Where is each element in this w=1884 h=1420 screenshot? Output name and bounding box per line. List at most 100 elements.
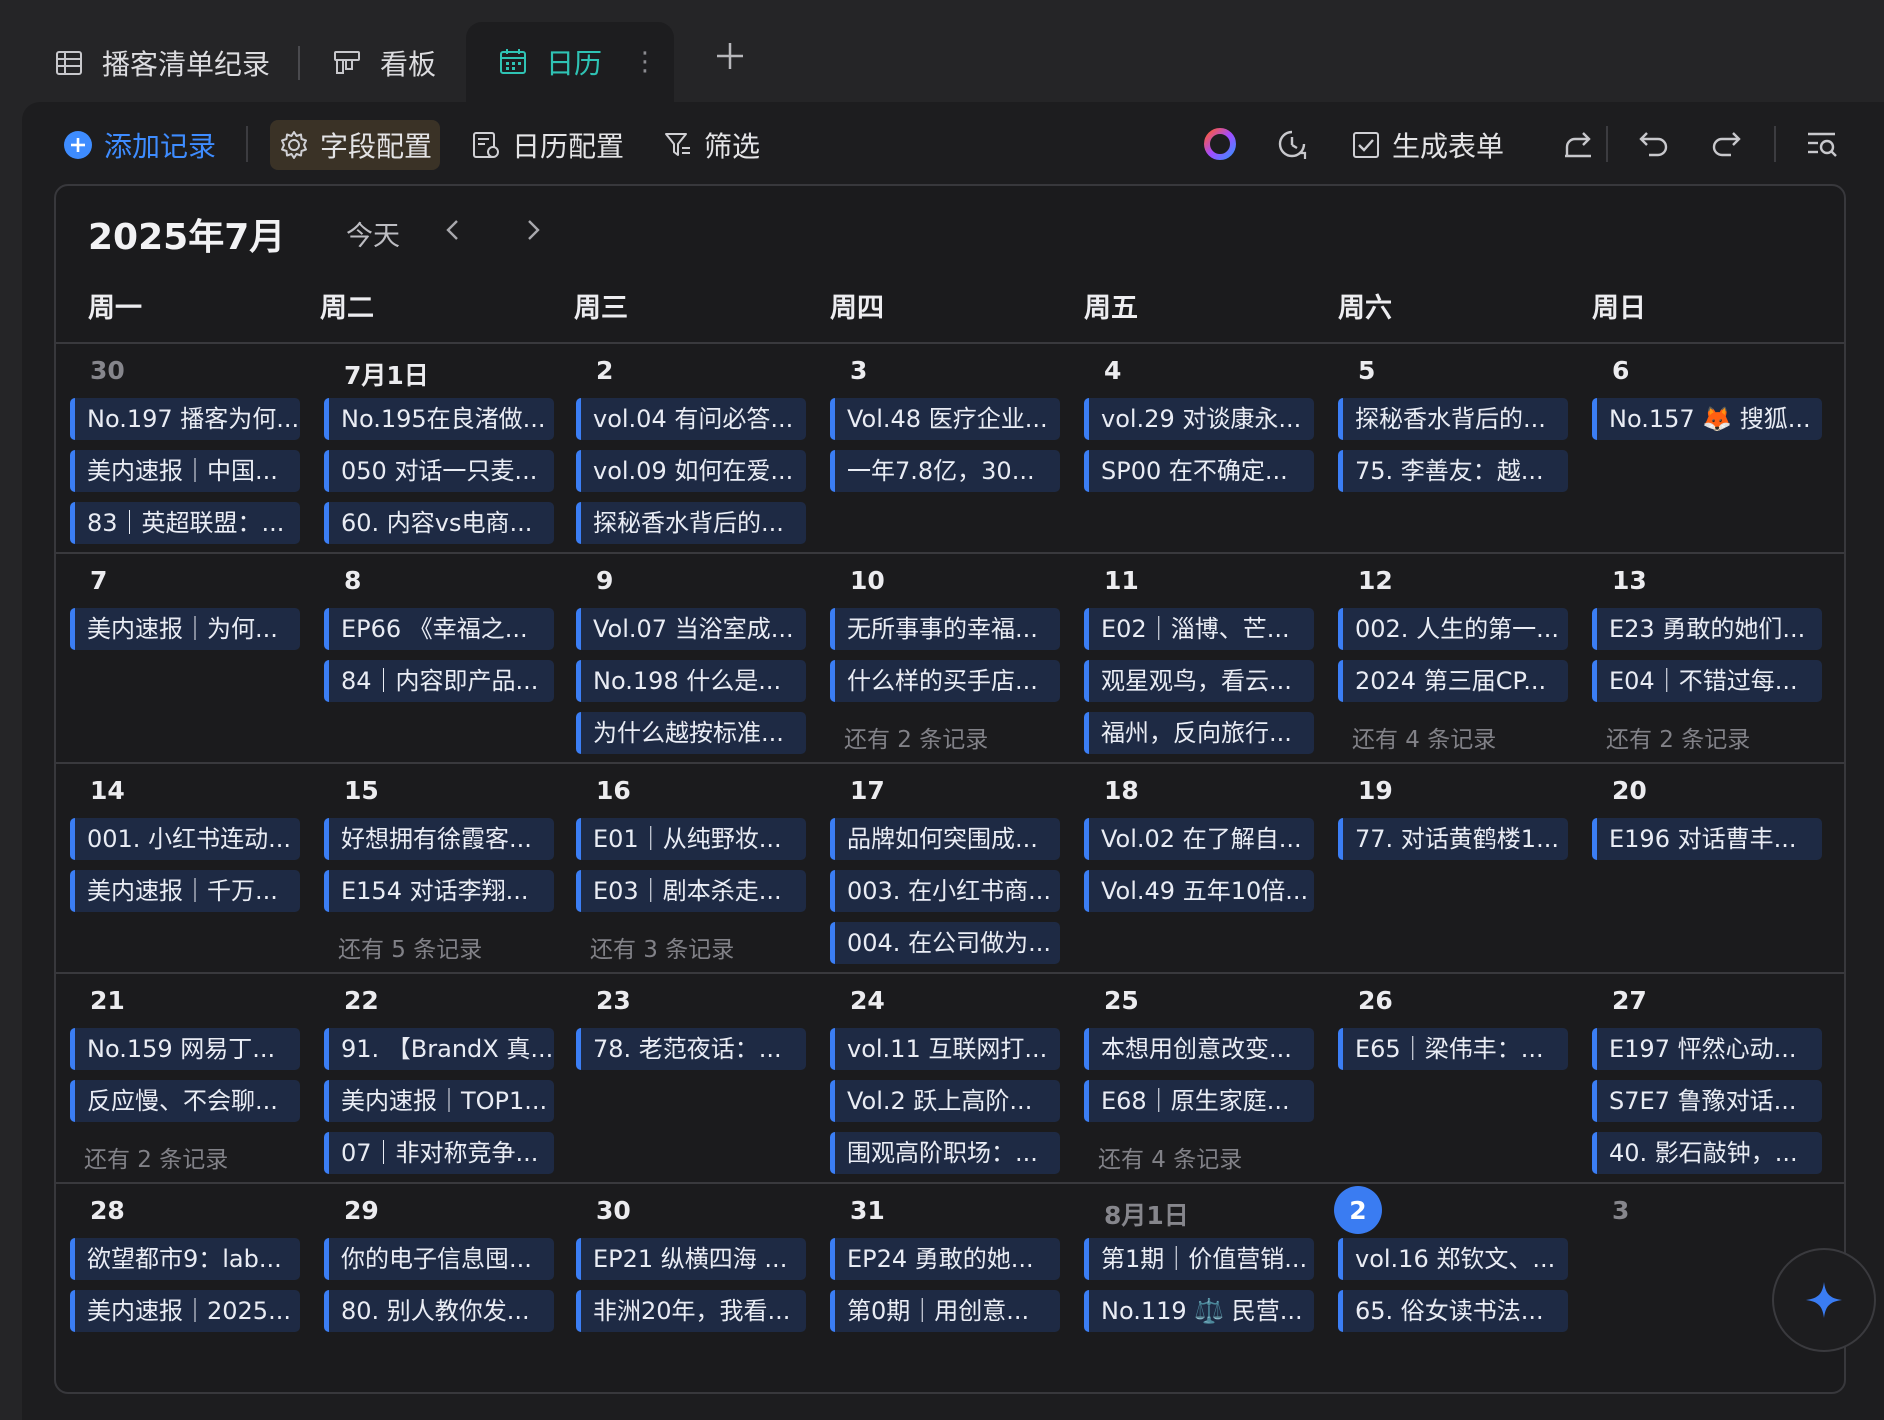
event-card[interactable]: 050 对话一只麦... — [324, 450, 554, 492]
share-icon[interactable] — [1558, 124, 1598, 164]
event-card[interactable]: 一年7.8亿，30... — [830, 450, 1060, 492]
event-card[interactable]: 好想拥有徐霞客... — [324, 818, 554, 860]
event-card[interactable]: Vol.2 跃上高阶... — [830, 1080, 1060, 1122]
event-card[interactable]: 80. 别人教你发... — [324, 1290, 554, 1332]
event-card[interactable]: Vol.02 在了解自... — [1084, 818, 1314, 860]
event-card[interactable]: 观星观鸟，看云... — [1084, 660, 1314, 702]
event-card[interactable]: 40. 影石敲钟，... — [1592, 1132, 1822, 1174]
event-card[interactable]: E03｜剧本杀走... — [576, 870, 806, 912]
event-card[interactable]: 你的电子信息囤... — [324, 1238, 554, 1280]
add-record-button[interactable]: 添加记录 — [62, 120, 216, 170]
event-card[interactable]: 第0期｜用创意... — [830, 1290, 1060, 1332]
event-card[interactable]: vol.29 对谈康永... — [1084, 398, 1314, 440]
add-view-icon[interactable] — [712, 38, 748, 74]
event-card[interactable]: 004. 在公司做为... — [830, 922, 1060, 964]
day-number: 16 — [596, 776, 631, 805]
generate-form-button[interactable]: 生成表单 — [1350, 120, 1504, 170]
event-card[interactable]: 65. 俗女读书法... — [1338, 1290, 1568, 1332]
today-button[interactable]: 今天 — [346, 214, 400, 253]
event-card[interactable]: 003. 在小红书商... — [830, 870, 1060, 912]
event-card[interactable]: 福州，反向旅行... — [1084, 712, 1314, 754]
event-card[interactable]: vol.11 互联网打... — [830, 1028, 1060, 1070]
event-card[interactable]: 84｜内容即产品... — [324, 660, 554, 702]
event-card[interactable]: E154 对话李翔... — [324, 870, 554, 912]
event-card[interactable]: E196 对话曹丰... — [1592, 818, 1822, 860]
event-card[interactable]: 非洲20年，我看... — [576, 1290, 806, 1332]
event-card[interactable]: 美内速报｜2025... — [70, 1290, 300, 1332]
event-card[interactable]: 围观高阶职场：... — [830, 1132, 1060, 1174]
event-card[interactable]: E23 勇敢的她们... — [1592, 608, 1822, 650]
event-card[interactable]: E68｜原生家庭... — [1084, 1080, 1314, 1122]
event-card[interactable]: E04｜不错过每... — [1592, 660, 1822, 702]
add-record-label: 添加记录 — [104, 130, 217, 163]
event-card[interactable]: No.195在良渚做... — [324, 398, 554, 440]
event-card[interactable]: Vol.07 当浴室成... — [576, 608, 806, 650]
event-card[interactable]: 本想用创意改变... — [1084, 1028, 1314, 1070]
event-card[interactable]: 002. 人生的第一... — [1338, 608, 1568, 650]
event-card[interactable]: 欲望都市9：lab... — [70, 1238, 300, 1280]
more-records-link[interactable]: 还有 3 条记录 — [590, 930, 734, 964]
event-card[interactable]: EP21 纵横四海 ... — [576, 1238, 806, 1280]
event-card[interactable]: 什么样的买手店... — [830, 660, 1060, 702]
event-card[interactable]: 美内速报｜为何... — [70, 608, 300, 650]
tab-kanban[interactable]: 看板 — [332, 24, 436, 102]
event-card[interactable]: 反应慢、不会聊... — [70, 1080, 300, 1122]
event-card[interactable]: EP24 勇敢的她... — [830, 1238, 1060, 1280]
filter-button[interactable]: 筛选 — [662, 120, 760, 170]
tab-calendar[interactable]: 日历 ⋮ — [466, 22, 674, 102]
ai-sparkle-button[interactable] — [1772, 1248, 1876, 1352]
event-card[interactable]: 2024 第三届CP... — [1338, 660, 1568, 702]
event-card[interactable]: S7E7 鲁豫对话... — [1592, 1080, 1822, 1122]
event-card[interactable]: vol.09 如何在爱... — [576, 450, 806, 492]
event-card[interactable]: No.119 ⚖️ 民营... — [1084, 1290, 1314, 1332]
event-card[interactable]: Vol.48 医疗企业... — [830, 398, 1060, 440]
event-card[interactable]: No.157 🦊 搜狐... — [1592, 398, 1822, 440]
more-records-link[interactable]: 还有 5 条记录 — [338, 930, 482, 964]
field-config-button[interactable]: 字段配置 — [270, 120, 441, 170]
event-card[interactable]: Vol.49 五年10倍... — [1084, 870, 1314, 912]
event-card[interactable]: 美内速报｜中国... — [70, 450, 300, 492]
event-card[interactable]: 60. 内容vs电商... — [324, 502, 554, 544]
search-list-icon[interactable] — [1802, 124, 1842, 164]
tab-table[interactable]: 播客清单纪录 — [54, 24, 270, 102]
event-card[interactable]: 无所事事的幸福... — [830, 608, 1060, 650]
event-card[interactable]: 美内速报｜千万... — [70, 870, 300, 912]
event-card[interactable]: 美内速报｜TOP1... — [324, 1080, 554, 1122]
more-records-link[interactable]: 还有 2 条记录 — [1606, 720, 1750, 754]
next-month-icon[interactable] — [516, 212, 550, 248]
event-card[interactable]: 77. 对话黄鹤楼1... — [1338, 818, 1568, 860]
more-records-link[interactable]: 还有 4 条记录 — [1352, 720, 1496, 754]
event-card[interactable]: 75. 李善友：越... — [1338, 450, 1568, 492]
event-card[interactable]: vol.04 有问必答... — [576, 398, 806, 440]
ai-assistant-icon[interactable] — [1200, 124, 1240, 164]
event-card[interactable]: 83｜英超联盟：... — [70, 502, 300, 544]
event-card[interactable]: No.197 播客为何... — [70, 398, 300, 440]
event-card[interactable]: 为什么越按标准... — [576, 712, 806, 754]
event-card[interactable]: SP00 在不确定... — [1084, 450, 1314, 492]
more-records-link[interactable]: 还有 2 条记录 — [84, 1140, 228, 1174]
more-records-link[interactable]: 还有 4 条记录 — [1098, 1140, 1242, 1174]
event-card[interactable]: E197 怦然心动... — [1592, 1028, 1822, 1070]
event-card[interactable]: vol.16 郑钦文、... — [1338, 1238, 1568, 1280]
more-records-link[interactable]: 还有 2 条记录 — [844, 720, 988, 754]
undo-icon[interactable] — [1634, 124, 1674, 164]
prev-month-icon[interactable] — [436, 212, 470, 248]
event-card[interactable]: E65｜梁伟丰：... — [1338, 1028, 1568, 1070]
event-card[interactable]: 07｜非对称竞争... — [324, 1132, 554, 1174]
event-card[interactable]: E01｜从纯野妆... — [576, 818, 806, 860]
event-card[interactable]: 001. 小红书连动... — [70, 818, 300, 860]
event-card[interactable]: No.159 网易丁... — [70, 1028, 300, 1070]
event-card[interactable]: 第1期｜价值营销... — [1084, 1238, 1314, 1280]
event-card[interactable]: 91. 【BrandX 真... — [324, 1028, 554, 1070]
redo-icon[interactable] — [1706, 124, 1746, 164]
history-icon[interactable] — [1272, 124, 1312, 164]
event-card[interactable]: 探秘香水背后的... — [1338, 398, 1568, 440]
event-card[interactable]: 品牌如何突围成... — [830, 818, 1060, 860]
tab-more-icon[interactable]: ⋮ — [632, 47, 658, 77]
event-card[interactable]: 探秘香水背后的... — [576, 502, 806, 544]
event-card[interactable]: E02｜淄博、芒... — [1084, 608, 1314, 650]
calendar-config-button[interactable]: 日历配置 — [470, 120, 624, 170]
event-card[interactable]: 78. 老范夜话：... — [576, 1028, 806, 1070]
event-card[interactable]: EP66 《幸福之... — [324, 608, 554, 650]
event-card[interactable]: No.198 什么是... — [576, 660, 806, 702]
